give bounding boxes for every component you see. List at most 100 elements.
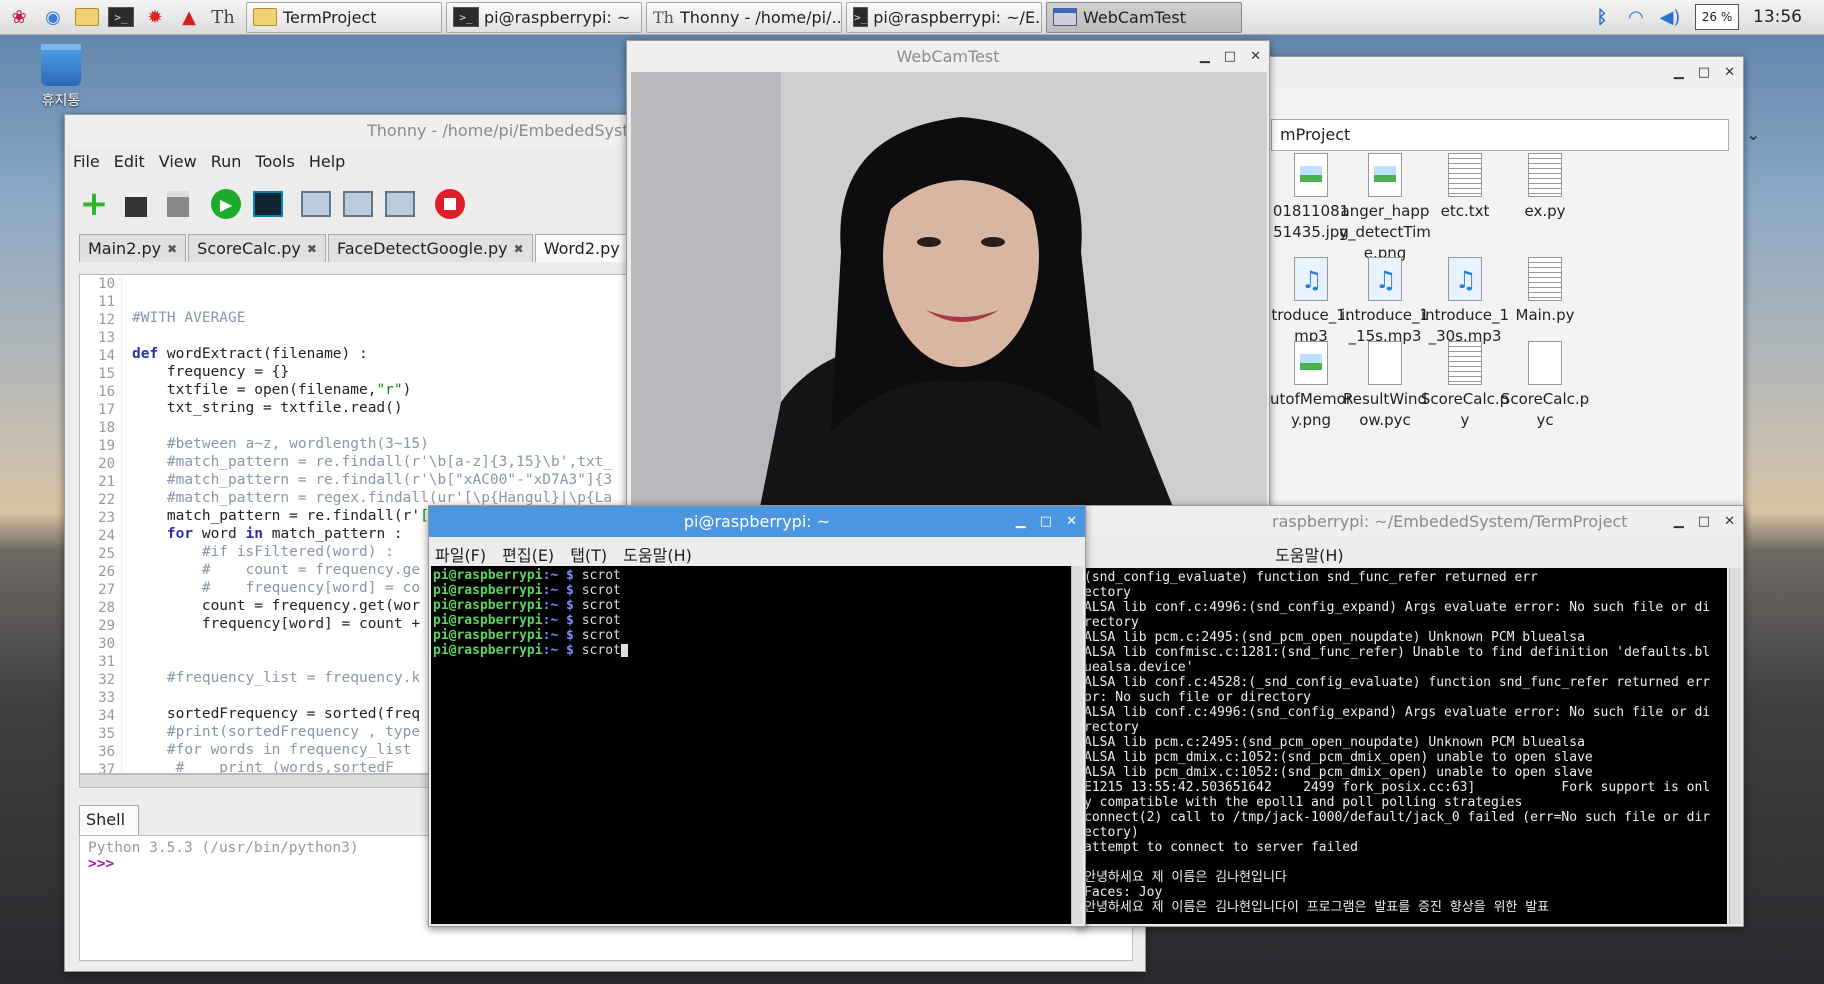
line-number: 34 — [98, 708, 115, 724]
thonny-icon[interactable]: Th — [208, 2, 238, 32]
tab-facedetectgoogle[interactable]: FaceDetectGoogle.py ✖ — [327, 234, 533, 262]
prompt-path: :~ $ — [542, 598, 582, 613]
file-item[interactable]: anger_happ y_detectTim e.png — [1339, 153, 1431, 264]
tab-main2[interactable]: Main2.py ✖ — [79, 234, 187, 262]
mathematica-icon[interactable]: ✹ — [140, 2, 170, 32]
file-item[interactable]: etc.txt — [1419, 153, 1511, 222]
chevron-down-icon[interactable]: ⌄ — [1747, 125, 1760, 145]
file-manager-icon[interactable] — [72, 2, 102, 32]
terminal-output[interactable]: pi@raspberrypi:~ $ scrot pi@raspberrypi:~… — [431, 566, 1071, 924]
terminal-line: uealsa.device' — [1084, 660, 1194, 675]
terminal-line: pi@raspberrypi:~ $ scrot — [433, 598, 1069, 613]
terminal-line: or: No such file or directory — [1084, 690, 1311, 705]
menu-file[interactable]: 파일(F) — [435, 542, 486, 566]
cpu-usage[interactable]: 26 % — [1695, 4, 1739, 30]
menu-tools[interactable]: Tools — [255, 152, 294, 171]
terminal-line: pi@raspberrypi:~ $ scrot — [433, 613, 1069, 628]
stop-icon[interactable] — [433, 187, 467, 221]
menu-edit[interactable]: 편집(E) — [502, 542, 554, 566]
minimize-icon[interactable]: ▁ — [1674, 65, 1684, 80]
save-file-icon[interactable] — [161, 187, 195, 221]
task-terminal-project[interactable]: >_ pi@raspberrypi: ~/E... — [846, 1, 1042, 33]
new-file-icon[interactable]: + — [77, 184, 111, 224]
menu-help[interactable]: 도움말(H) — [1275, 542, 1344, 566]
close-icon[interactable]: ✖ — [307, 242, 317, 256]
line-number: 37 — [98, 762, 115, 774]
file-item[interactable]: ScoreCalc.p y — [1419, 341, 1511, 431]
terminal-project-titlebar[interactable]: raspberrypi: ~/EmbededSystem/TermProject… — [1077, 506, 1743, 537]
file-item[interactable]: ResultWind ow.pyc — [1339, 341, 1431, 431]
text-cursor — [620, 644, 628, 657]
terminal-home-titlebar[interactable]: pi@raspberrypi: ~ ▁ □ ✕ — [429, 506, 1085, 537]
step-out-icon[interactable] — [383, 187, 417, 221]
command-text: scrot — [581, 583, 621, 598]
line-number: 32 — [98, 672, 115, 688]
raspberry-menu-icon[interactable]: ❀ — [4, 2, 34, 32]
close-icon[interactable]: ✕ — [1724, 514, 1735, 529]
bluetooth-icon[interactable]: ᛒ — [1587, 2, 1617, 32]
close-icon[interactable]: ✕ — [1066, 514, 1077, 529]
menu-edit[interactable]: Edit — [114, 152, 145, 171]
file-item[interactable]: Main.py — [1499, 257, 1591, 326]
maximize-icon[interactable]: □ — [1698, 65, 1710, 80]
close-icon[interactable]: ✖ — [167, 242, 177, 256]
path-bar[interactable]: mProject ⌄ — [1271, 119, 1760, 151]
prompt-path: :~ $ — [542, 568, 582, 583]
wolfram-icon[interactable]: ▲ — [174, 2, 204, 32]
task-webcamtest[interactable]: WebCamTest — [1046, 1, 1242, 33]
close-icon[interactable]: ✕ — [1724, 65, 1735, 80]
prompt-path: :~ $ — [542, 643, 582, 658]
trash-desktop-icon[interactable]: 휴지통 — [36, 44, 86, 110]
wifi-icon[interactable]: ◠ — [1621, 2, 1651, 32]
menu-run[interactable]: Run — [211, 152, 242, 171]
line-number: 16 — [98, 384, 115, 400]
terminal-line: ALSA lib conf.c:4528:(_snd_config_evalua… — [1084, 675, 1711, 690]
file-manager-titlebar[interactable]: ▁ □ ✕ — [1231, 57, 1743, 88]
webcam-titlebar[interactable]: WebCamTest ▁ □ ✕ — [627, 41, 1269, 72]
menu-view[interactable]: View — [159, 152, 197, 171]
file-item[interactable]: ex.py — [1499, 153, 1591, 222]
file-icon — [1528, 341, 1562, 385]
menu-tabs[interactable]: 탭(T) — [570, 542, 607, 566]
minimize-icon[interactable]: ▁ — [1674, 514, 1684, 529]
line-number-gutter: 10 11 12 13 14 15 16 17 18 19 20 21 22 23 24 25 26 27 28 29… — [80, 275, 122, 773]
terminal-line: pi@raspberrypi:~ $ scrot — [433, 568, 1069, 583]
close-icon[interactable]: ✖ — [514, 242, 524, 256]
maximize-icon[interactable]: □ — [1698, 514, 1710, 529]
terminal-line: pi@raspberrypi:~ $ scrot — [433, 583, 1069, 598]
menu-help[interactable]: 도움말(H) — [623, 542, 692, 566]
terminal-scrollbar[interactable] — [1729, 568, 1741, 924]
terminal-line: pi@raspberrypi:~ $ scrot — [433, 643, 1069, 658]
tab-scorecalc[interactable]: ScoreCalc.py ✖ — [188, 234, 326, 262]
terminal-icon[interactable]: >_ — [106, 2, 136, 32]
terminal-output[interactable]: (snd_config_evaluate) function snd_func_… — [1081, 568, 1727, 924]
terminal-line: E1215 13:55:42.503651642 2499 fork_posix… — [1084, 780, 1711, 795]
task-termproject[interactable]: TermProject — [246, 1, 442, 33]
minimize-icon[interactable]: ▁ — [1016, 514, 1026, 529]
menu-file[interactable]: File — [73, 152, 100, 171]
step-over-icon[interactable] — [299, 187, 333, 221]
debug-icon[interactable] — [251, 187, 285, 221]
tab-shell[interactable]: Shell — [79, 805, 139, 835]
file-item[interactable]: ♫ introduce_1 _30s.mp3 — [1419, 257, 1511, 347]
step-into-icon[interactable] — [341, 187, 375, 221]
volume-icon[interactable]: ◀) — [1655, 2, 1685, 32]
minimize-icon[interactable]: ▁ — [1200, 49, 1210, 64]
file-manager-window: ▁ □ ✕ mProject ⌄ 01811081 51435.jpg anger_ha… — [1230, 56, 1760, 536]
prompt-user: pi@raspberrypi — [433, 568, 543, 583]
maximize-icon[interactable]: □ — [1224, 49, 1236, 64]
task-terminal-home[interactable]: >_ pi@raspberrypi: ~ — [446, 1, 642, 33]
maximize-icon[interactable]: □ — [1040, 514, 1052, 529]
task-thonny[interactable]: Th Thonny - /home/pi/... — [646, 1, 842, 33]
clock[interactable]: 13:56 — [1753, 7, 1802, 27]
run-icon[interactable]: ▶ — [209, 187, 243, 221]
trash-can-icon — [41, 44, 81, 86]
file-item[interactable]: ♫ introduce_1 _15s.mp3 — [1339, 257, 1431, 347]
close-icon[interactable]: ✕ — [1250, 49, 1261, 64]
terminal-scrollbar[interactable] — [1071, 566, 1083, 924]
browser-globe-icon[interactable]: ◉ — [38, 2, 68, 32]
audio-file-icon: ♫ — [1368, 257, 1402, 301]
file-item[interactable]: ScoreCalc.p yc — [1499, 341, 1591, 431]
menu-help[interactable]: Help — [309, 152, 345, 171]
open-file-icon[interactable] — [119, 187, 153, 221]
